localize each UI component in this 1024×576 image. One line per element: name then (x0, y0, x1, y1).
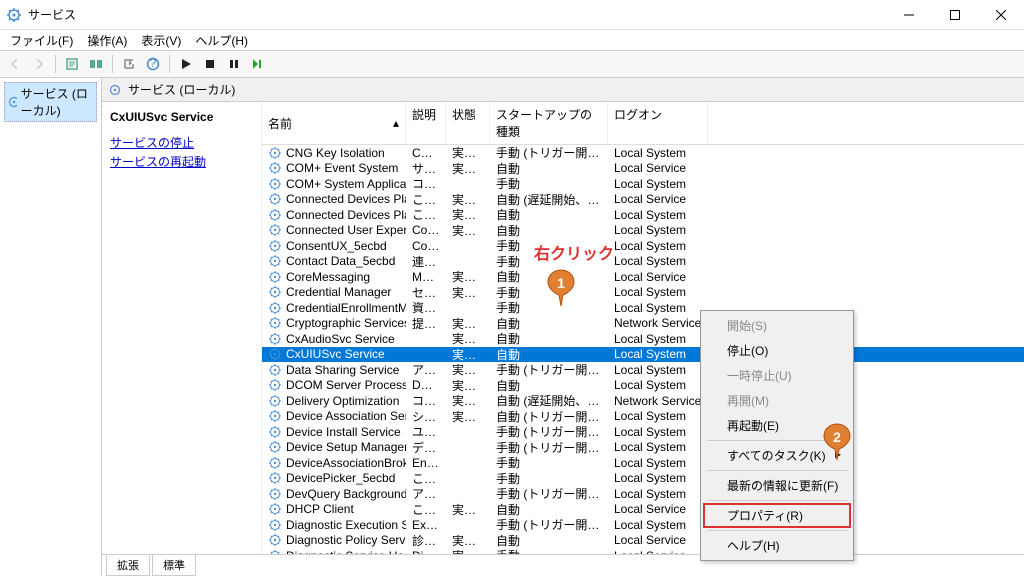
table-row[interactable]: DCOM Server Process Laun...DCO...実行中自動Lo… (262, 378, 1024, 394)
window-title: サービス (28, 6, 76, 23)
table-row[interactable]: Device Setup Managerデバイ...手動 (トリガー開始)Loc… (262, 440, 1024, 456)
table-row[interactable]: ConsentUX_5ecbdConn...手動Local System (262, 238, 1024, 254)
refresh-toolbar-button[interactable] (85, 53, 107, 75)
tree-root-label: サービス (ローカル) (21, 85, 94, 119)
table-row[interactable]: COM+ System Applicationコンポ...手動Local Sys… (262, 176, 1024, 192)
table-row[interactable]: CNG Key IsolationCNG ...実行中手動 (トリガー開始)Lo… (262, 145, 1024, 161)
column-name[interactable]: 名前▴ (262, 102, 406, 144)
stop-link[interactable]: サービスの停止 (110, 134, 253, 151)
ctx-stop[interactable]: 停止(O) (703, 338, 851, 363)
close-button[interactable] (978, 0, 1024, 30)
services-icon (7, 95, 17, 109)
tab-extended[interactable]: 拡張 (106, 555, 150, 576)
detail-title: CxUIUSvc Service (110, 110, 253, 124)
ctx-properties[interactable]: プロパティ(R) (703, 503, 851, 528)
pane-header: サービス (ローカル) (102, 78, 1024, 102)
callout-2: 2 (822, 422, 852, 462)
maximize-button[interactable] (932, 0, 978, 30)
forward-button (28, 53, 50, 75)
column-status[interactable]: 状態 (446, 102, 490, 144)
tabs: 拡張 標準 (102, 554, 1024, 576)
table-row[interactable]: Device Association Serviceシステ...実行中自動 (ト… (262, 409, 1024, 425)
table-row[interactable]: DeviceAssociationBroker_5e...Enab...手動Lo… (262, 455, 1024, 471)
table-row[interactable]: DevicePicker_5ecbdこのユ...手動Local System (262, 471, 1024, 487)
detail-pane: CxUIUSvc Service サービスの停止 サービスの再起動 (102, 102, 262, 554)
table-row[interactable]: DevQuery Background Disc...アプリ...手動 (トリガ… (262, 486, 1024, 502)
column-logon[interactable]: ログオン (608, 102, 708, 144)
svg-text:?: ? (150, 57, 157, 70)
table-row[interactable]: Credential Managerセキュ...実行中手動Local Syste… (262, 285, 1024, 301)
callout-1: 1 (546, 268, 576, 308)
menu-action[interactable]: 操作(A) (81, 30, 133, 51)
table-row[interactable]: Data Sharing Serviceアプリ...実行中手動 (トリガー開始)… (262, 362, 1024, 378)
properties-toolbar-button[interactable] (61, 53, 83, 75)
menubar: ファイル(F) 操作(A) 表示(V) ヘルプ(H) (0, 30, 1024, 50)
back-button (4, 53, 26, 75)
table-row[interactable]: Diagnostic Execution ServiceExec...手動 (ト… (262, 517, 1024, 533)
table-row[interactable]: Diagnostic Service HostDiag...実行中手動Local… (262, 548, 1024, 554)
pane-header-label: サービス (ローカル) (128, 81, 235, 98)
tree-pane: サービス (ローカル) (0, 78, 102, 576)
ctx-help[interactable]: ヘルプ(H) (703, 533, 851, 558)
restart-toolbar-button[interactable] (247, 53, 269, 75)
table-row[interactable]: Delivery Optimizationコンテ...実行中自動 (遅延開始、 … (262, 393, 1024, 409)
ctx-refresh[interactable]: 最新の情報に更新(F) (703, 473, 851, 498)
menu-view[interactable]: 表示(V) (135, 30, 187, 51)
table-row[interactable]: DHCP Clientこのコ...実行中自動Local Service (262, 502, 1024, 518)
column-startup[interactable]: スタートアップの種類 (490, 102, 608, 144)
table-row[interactable]: CxUIUSvc Service実行中自動Local System (262, 347, 1024, 363)
table-row[interactable]: Contact Data_5ecbd連絡...手動Local System (262, 254, 1024, 270)
table-row[interactable]: CredentialEnrollmentManag...資格...手動Local… (262, 300, 1024, 316)
pause-toolbar-button[interactable] (223, 53, 245, 75)
tab-standard[interactable]: 標準 (152, 555, 196, 576)
table-row[interactable]: CoreMessagingMan...実行中自動Local Service (262, 269, 1024, 285)
table-row[interactable]: Device Install Serviceユーザ...手動 (トリガー開始)L… (262, 424, 1024, 440)
restart-link[interactable]: サービスの再起動 (110, 153, 253, 170)
start-toolbar-button[interactable] (175, 53, 197, 75)
services-icon (108, 83, 122, 97)
export-button[interactable] (118, 53, 140, 75)
tree-root[interactable]: サービス (ローカル) (4, 82, 97, 122)
annotation-right-click: 右クリック (534, 240, 614, 264)
table-row[interactable]: Connected User Experience...Conn...実行中自動… (262, 223, 1024, 239)
column-desc[interactable]: 説明 (406, 102, 446, 144)
table-row[interactable]: Connected Devices Platfor...このユ...実行中自動L… (262, 207, 1024, 223)
menu-file[interactable]: ファイル(F) (4, 30, 79, 51)
services-icon (6, 7, 22, 23)
ctx-start: 開始(S) (703, 313, 851, 338)
minimize-button[interactable] (886, 0, 932, 30)
list-header[interactable]: 名前▴ 説明 状態 スタートアップの種類 ログオン (262, 102, 1024, 145)
help-toolbar-button[interactable]: ? (142, 53, 164, 75)
table-row[interactable]: Connected Devices Platfor...このサ...実行中自動 … (262, 192, 1024, 208)
table-row[interactable]: Cryptographic Services提供...実行中自動Network … (262, 316, 1024, 332)
table-row[interactable]: Diagnostic Policy Service診断...実行中自動Local… (262, 533, 1024, 549)
toolbar: ? (0, 50, 1024, 78)
titlebar: サービス (0, 0, 1024, 30)
menu-help[interactable]: ヘルプ(H) (189, 30, 254, 51)
stop-toolbar-button[interactable] (199, 53, 221, 75)
ctx-resume: 再開(M) (703, 388, 851, 413)
ctx-pause: 一時停止(U) (703, 363, 851, 388)
services-list[interactable]: 名前▴ 説明 状態 スタートアップの種類 ログオン CNG Key Isolat… (262, 102, 1024, 554)
table-row[interactable]: CxAudioSvc Service実行中自動Local System (262, 331, 1024, 347)
table-row[interactable]: COM+ Event Systemサポー...実行中自動Local Servic… (262, 161, 1024, 177)
